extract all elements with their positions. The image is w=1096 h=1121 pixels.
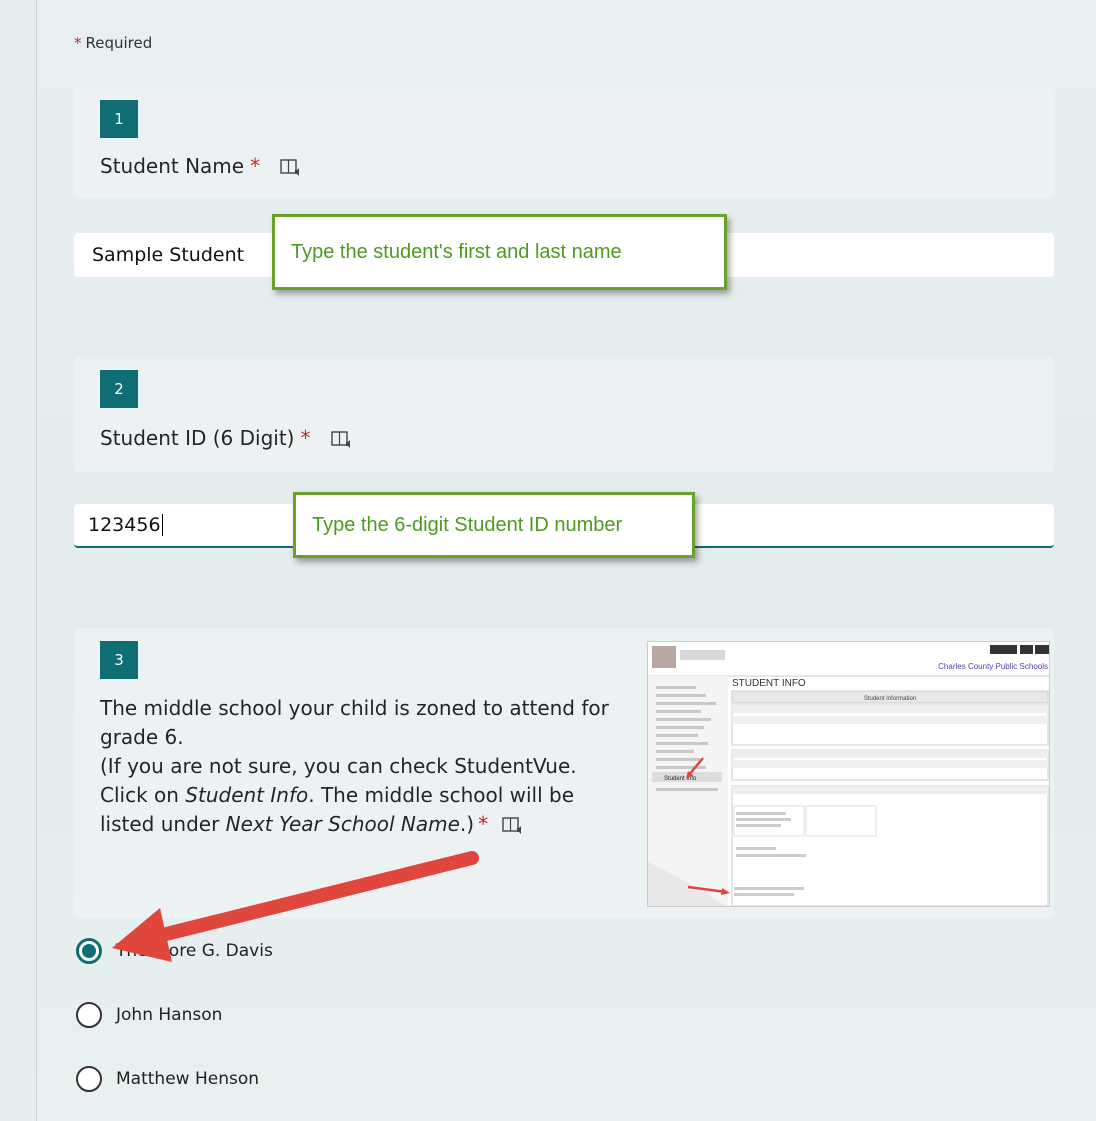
required-star: * <box>250 154 261 178</box>
callout-text: Type the 6-digit Student ID number <box>312 513 623 536</box>
callout-text: Type the student's first and last name <box>291 240 622 263</box>
option-theodore-g-davis[interactable]: Theodore G. Davis <box>76 938 273 964</box>
help-button <box>1020 645 1033 654</box>
question-title-3: The middle school your child is zoned to… <box>100 694 630 839</box>
question-card-1 <box>74 88 1054 198</box>
required-label: Required <box>85 34 153 52</box>
question-text-emphasis: Next Year School Name <box>225 812 460 836</box>
question-number-3: 3 <box>100 641 138 679</box>
screenshot-graphic: Charles County Public Schools Student In… <box>648 642 1049 906</box>
nav-student-info: Student Info <box>664 776 697 782</box>
question-card-2 <box>74 357 1054 472</box>
question-number-1: 1 <box>100 100 138 138</box>
immersive-reader-icon[interactable] <box>502 816 524 836</box>
question-line-1: The middle school your child is zoned to… <box>100 696 609 749</box>
option-label: Matthew Henson <box>116 1069 260 1089</box>
required-star: * <box>478 812 489 836</box>
question-line-2: (If you are not sure, you can check Stud… <box>100 752 630 839</box>
question-number-2: 2 <box>100 370 138 408</box>
radio-button[interactable] <box>76 1002 102 1028</box>
question-text-emphasis: Student Info <box>185 783 309 807</box>
option-label: John Hanson <box>116 1005 223 1025</box>
option-matthew-henson[interactable]: Matthew Henson <box>76 1066 259 1092</box>
required-star: * <box>300 426 311 450</box>
radio-button[interactable] <box>76 1066 102 1092</box>
question-text-part: .) <box>459 812 475 836</box>
text-caret <box>161 514 163 536</box>
question-title-text: Student ID (6 Digit) <box>100 426 295 450</box>
screenshot-section-title: Student Information <box>864 696 916 702</box>
option-john-hanson[interactable]: John Hanson <box>76 1002 222 1028</box>
my-account-button <box>990 645 1017 654</box>
district-name: Charles County Public Schools <box>938 662 1048 671</box>
question-title-2: Student ID (6 Digit) * <box>100 426 353 450</box>
callout-name-hint: Type the student's first and last name <box>272 214 727 290</box>
blurred-logo <box>652 646 676 668</box>
radio-button-selected[interactable] <box>76 938 102 964</box>
close-button <box>1035 645 1049 654</box>
student-id-value: 123456 <box>88 514 161 536</box>
callout-id-hint: Type the 6-digit Student ID number <box>293 492 695 558</box>
required-star: * <box>74 34 82 52</box>
option-label: Theodore G. Davis <box>116 941 273 961</box>
immersive-reader-icon[interactable] <box>280 158 302 178</box>
question-title-1: Student Name * <box>100 154 302 178</box>
studentvue-screenshot-image: Charles County Public Schools Student In… <box>647 641 1050 907</box>
student-name-value: Sample Student <box>92 244 245 266</box>
required-note: * Required <box>74 34 152 52</box>
question-title-text: Student Name <box>100 154 245 178</box>
immersive-reader-icon[interactable] <box>331 430 353 450</box>
screenshot-page-title: STUDENT INFO <box>732 678 806 689</box>
